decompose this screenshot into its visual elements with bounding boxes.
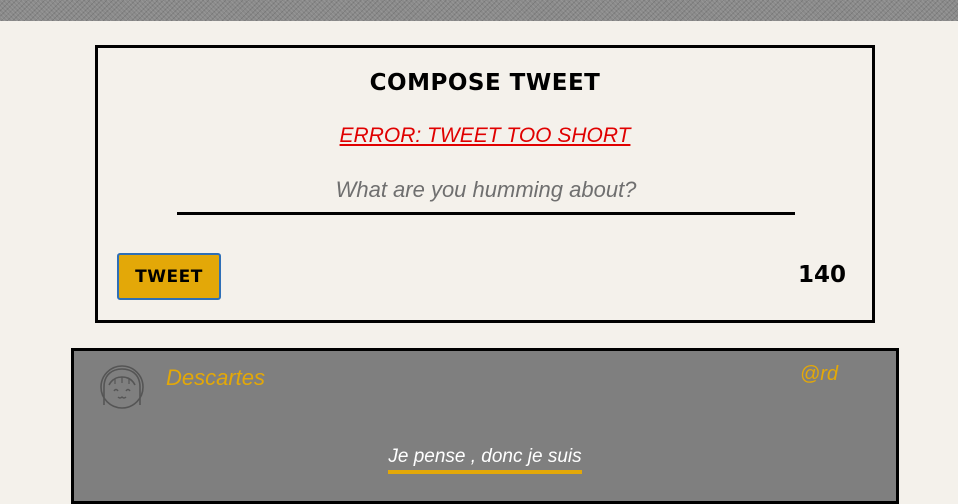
compose-tweet-panel: Compose Tweet ERROR: TWEET TOO SHORT Twe… — [95, 45, 875, 323]
tweet-card: Descartes @rd Je pense , donc je suis — [71, 348, 899, 504]
tweet-author[interactable]: Descartes — [166, 365, 265, 391]
tweet-input[interactable] — [177, 168, 795, 215]
tweet-text: Je pense , donc je suis — [388, 446, 582, 474]
tweet-button[interactable]: Tweet — [117, 253, 221, 300]
top-texture-bar — [0, 0, 958, 21]
compose-title: Compose Tweet — [369, 70, 601, 96]
tweet-content: Je pense , donc je suis — [74, 446, 896, 474]
girl-avatar-icon — [100, 365, 144, 409]
error-message: ERROR: TWEET TOO SHORT — [339, 124, 631, 147]
tweet-handle[interactable]: @rd — [800, 363, 838, 386]
character-counter: 140 — [797, 262, 846, 288]
